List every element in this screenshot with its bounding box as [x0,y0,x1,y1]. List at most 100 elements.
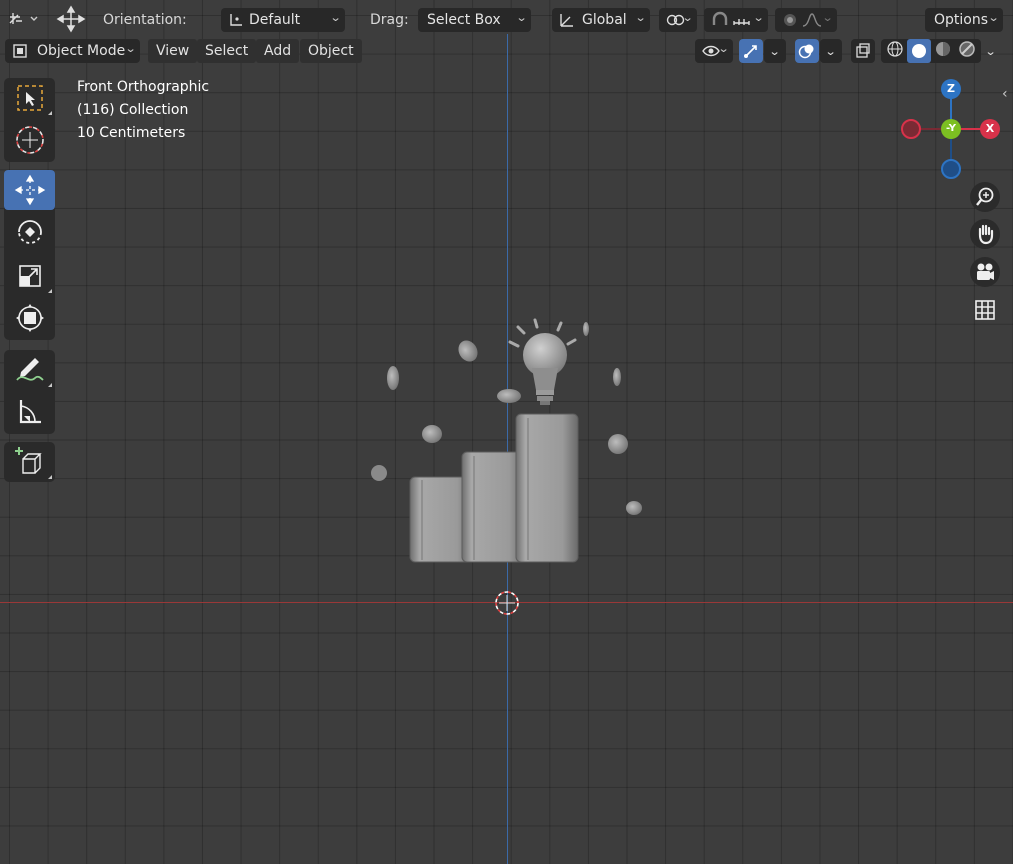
cursor-tool[interactable] [4,120,55,160]
falloff-curve-icon [802,13,822,27]
proportional-edit-icon [784,14,796,26]
xray-toggle[interactable] [851,39,875,63]
camera-view-button[interactable] [970,257,1000,287]
menu-object[interactable]: Object [300,39,362,63]
transform-tool-group [4,170,55,340]
options-label: Options [934,12,989,28]
viewport-header: Object Mode ⌄ View Select Add Object ⌄ ⌄… [0,37,1013,65]
orientation-dropdown[interactable]: Default ⌄ [221,8,345,32]
editor-type-icon [9,13,38,24]
chevron-down-icon: ⌄ [769,44,781,58]
gizmo-z-axis[interactable]: Z [941,79,961,99]
rendered-shading-icon[interactable] [955,40,979,62]
chevron-down-icon: ⌄ [987,11,1000,24]
drag-value: Select Box [427,12,501,28]
shading-group [881,39,981,63]
transform-space-value: Global [582,12,627,28]
chevron-down-icon: ⌄ [681,11,694,24]
rotate-tool[interactable] [4,212,55,252]
gizmo-dropdown[interactable]: ⌄ [764,39,786,63]
transform-pivot-button[interactable] [55,5,87,33]
3d-cursor[interactable] [491,587,523,619]
menu-view[interactable]: View [148,39,198,63]
scale-icon [18,265,41,287]
measure-icon [19,400,41,424]
camera-icon [977,263,994,280]
collection-text: (116) Collection [77,102,189,118]
chevron-down-icon: ⌄ [634,11,647,24]
grid-icon [975,300,995,320]
transform-space-dropdown[interactable]: Global ⌄ [552,8,650,32]
drag-label: Drag: [370,12,409,28]
solid-shading-icon[interactable] [907,39,931,63]
overlays-toggle[interactable] [795,39,819,63]
gizmo-neg-y-axis[interactable]: -Y [941,119,961,139]
scale-tool[interactable] [4,256,55,296]
scale-text: 10 Centimeters [77,125,186,141]
chevron-down-icon: ⌄ [329,11,342,24]
chevron-down-icon: ⌄ [821,11,834,24]
chevron-down-icon: ⌄ [825,44,837,58]
header-bar: Orientation: Default ⌄ Drag: Select Box … [0,4,1013,35]
annotate-icon [15,358,44,381]
transform-tool[interactable] [4,298,55,338]
measure-tool[interactable] [4,392,55,432]
move-icon [14,174,45,206]
add-cube-tool[interactable] [4,442,55,482]
menu-add[interactable]: Add [256,39,300,63]
gizmo-x-axis[interactable]: X [980,119,1000,139]
pan-button[interactable] [970,219,1000,249]
gizmo-icon [744,45,757,58]
orientation-label: Orientation: [103,12,187,28]
select-tool-group [4,78,55,162]
add-cube-icon [14,447,42,474]
zoom-icon [976,187,994,206]
mode-value: Object Mode [37,43,126,59]
overlays-dropdown[interactable]: ⌄ [820,39,842,63]
chevron-down-icon: ⌄ [985,44,997,58]
ortho-toggle-button[interactable] [970,295,1000,325]
wireframe-shading-icon[interactable] [883,40,907,62]
annotate-tool-group [4,350,55,434]
snap-increment-icon [733,19,750,25]
gizmo-neg-x-axis[interactable] [901,119,921,139]
gizmo-toggle[interactable] [739,39,763,63]
rotate-icon [17,220,42,244]
cursor-icon [15,126,44,154]
gizmo-neg-z-axis[interactable] [941,159,961,179]
view-name-text: Front Orthographic [77,79,210,95]
mode-dropdown[interactable]: Object Mode ⌄ [5,39,140,63]
annotate-tool[interactable] [4,350,55,390]
menu-select[interactable]: Select [197,39,257,63]
snap-toggle-group[interactable]: ⌄ [704,8,768,32]
editor-type-button[interactable] [5,7,43,31]
move-arrows-icon [56,5,86,33]
magnet-icon [712,11,728,25]
object-mode-icon [13,44,27,58]
hand-icon [978,224,994,245]
transform-icon [15,304,44,332]
shading-dropdown[interactable]: ⌄ [980,39,1002,63]
zoom-button[interactable] [970,182,1000,212]
options-dropdown[interactable]: Options ⌄ [925,8,1003,32]
proportional-edit-group[interactable]: ⌄ [775,8,837,32]
global-axes-icon [560,14,573,27]
snap-target-button[interactable]: ⌄ [659,8,697,32]
chevron-down-icon: ⌄ [717,42,730,55]
sidebar-toggle-icon[interactable]: ‹ [1002,86,1008,102]
chevron-down-icon: ⌄ [124,42,137,55]
xray-icon [856,43,870,58]
chevron-down-icon: ⌄ [515,11,528,24]
scene-model[interactable] [360,310,660,580]
move-tool[interactable] [4,170,55,210]
add-tool-group [4,442,55,482]
orientation-value: Default [249,12,301,28]
overlays-icon [798,44,814,59]
drag-dropdown[interactable]: Select Box ⌄ [418,8,531,32]
orientation-icon [230,14,242,26]
material-shading-icon[interactable] [931,40,955,62]
visibility-dropdown[interactable]: ⌄ [695,39,733,63]
lightbulb-model [508,318,577,405]
select-box-icon [16,85,43,111]
select-box-tool[interactable] [4,78,55,118]
